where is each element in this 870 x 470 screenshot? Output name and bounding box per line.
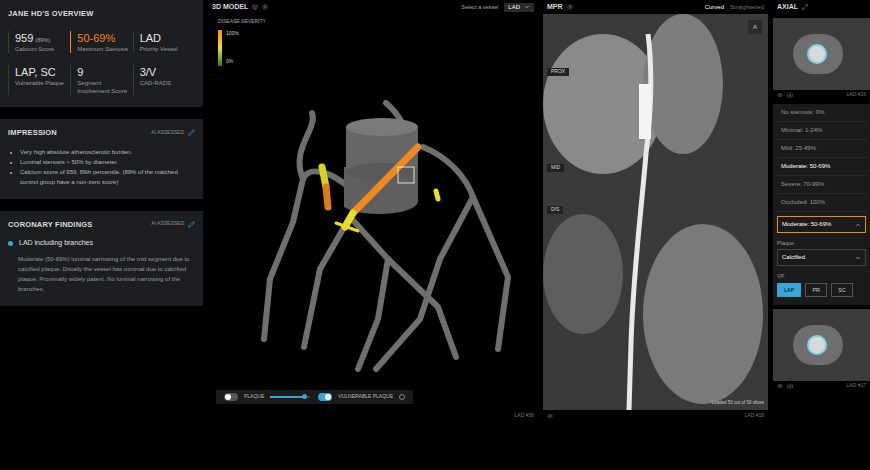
panel-caption: LAD #16: [847, 91, 866, 99]
stenosis-editor: No stenosis: 0%Minimal: 1-24%Mild: 25-49…: [773, 104, 870, 305]
app: JANE HD'S OVERVIEW959(89%)Calcium Score5…: [0, 0, 870, 470]
segment-marker[interactable]: PROX: [547, 68, 569, 76]
stat-label: CAD-RADS: [140, 79, 191, 87]
segment-marker[interactable]: MID: [547, 164, 564, 172]
finding-dot: [8, 241, 13, 246]
segment-marker[interactable]: DIS: [547, 206, 563, 214]
legend-gradient: [218, 30, 222, 66]
section-title: CORONARY FINDINGS: [8, 219, 92, 230]
edit-icon[interactable]: [188, 221, 195, 228]
panel-caption: LAD #17: [847, 382, 866, 390]
stat-value: 959: [15, 31, 33, 45]
findings-card: CORONARY FINDINGS AI ASSESSED LAD includin…: [0, 211, 203, 307]
expand-icon[interactable]: [802, 4, 808, 10]
panel-caption: LAD #36: [515, 412, 534, 420]
camera-icon[interactable]: [787, 92, 793, 98]
stat-label: Vulnerable Plaque: [15, 79, 66, 87]
toolbar-label: VULNERABLE PLAQUE: [338, 393, 393, 401]
stat-label: Calcium Score: [15, 45, 66, 53]
plaque-slider[interactable]: [270, 396, 310, 398]
ct-image: [543, 14, 768, 410]
panel-title: 3D MODEL: [212, 2, 248, 13]
ai-badge: AI ASSESSED: [151, 220, 184, 228]
stat-sub: (89%): [35, 36, 50, 44]
stat-value: 9: [77, 65, 83, 79]
stat: 3/VCAD-RADS: [133, 65, 195, 95]
axial-image[interactable]: [773, 309, 870, 381]
ai-badge: AI ASSESSED: [151, 129, 184, 137]
toolbar-label: PLAQUE: [244, 393, 264, 401]
vp-chip[interactable]: PR: [805, 283, 827, 297]
toggle[interactable]: [224, 393, 238, 401]
stenosis-option[interactable]: No stenosis: 0%: [777, 104, 866, 122]
overview-title: JANE HD'S OVERVIEW: [8, 8, 195, 19]
section-title: IMPRESSION: [8, 127, 57, 138]
stat-label: Priority Vessel: [140, 45, 191, 53]
radio-dot[interactable]: [399, 394, 405, 400]
chevron-down-icon: [524, 4, 530, 10]
vp-label: VP: [777, 272, 866, 280]
stat: LADPriority Vessel: [133, 31, 195, 53]
edit-icon[interactable]: [188, 129, 195, 136]
stenosis-option[interactable]: Mild: 25-49%: [777, 140, 866, 158]
model-canvas[interactable]: DISEASE SEVERITY100%0% PLAQUE VULNERABLE P…: [208, 14, 538, 410]
load-status: Loaded 50 out of 50 slices: [711, 400, 764, 407]
stat-value: LAP, SC: [15, 65, 56, 79]
stat-label: Segment Involvement Score: [77, 79, 128, 95]
stat-value: 50-69%: [77, 31, 115, 45]
plaque-select[interactable]: Calcified: [777, 249, 866, 266]
stenosis-options: No stenosis: 0%Minimal: 1-24%Mild: 25-49…: [777, 104, 866, 212]
overview-card: JANE HD'S OVERVIEW959(89%)Calcium Score5…: [0, 0, 203, 107]
axial-image[interactable]: [773, 18, 870, 90]
eye-icon[interactable]: [777, 92, 783, 98]
left-sidebar: JANE HD'S OVERVIEW959(89%)Calcium Score5…: [0, 0, 203, 470]
stat: LAP, SCVulnerable Plaque: [8, 65, 70, 95]
panel-title: MPR: [547, 2, 563, 13]
stenosis-option[interactable]: Minimal: 1-24%: [777, 122, 866, 140]
stenosis-option[interactable]: Severe: 70-99%: [777, 176, 866, 194]
stat-label: Maximum Stenosis: [77, 45, 128, 53]
eye-icon[interactable]: [547, 413, 553, 419]
stat: 9Segment Involvement Score: [70, 65, 132, 95]
vessel-tree-drawing[interactable]: [208, 14, 538, 410]
axial-panel: AXIAL LAD #16 No stenosis: 0%Minimal: 1-24…: [773, 0, 870, 470]
finding-text: Moderate (50-69%) luminal narrowing of t…: [8, 254, 195, 294]
eye-icon[interactable]: [777, 383, 783, 389]
mpr-panel: MPR Curved Straightened PROX MID DIS A Loaded 5…: [543, 0, 768, 470]
panel-title: AXIAL: [777, 2, 798, 13]
toggle[interactable]: [318, 393, 332, 401]
mpr-image[interactable]: PROX MID DIS A Loaded 50 out of 50 slices: [543, 14, 768, 410]
vp-chip[interactable]: SC: [831, 283, 853, 297]
impression-card: IMPRESSION AI ASSESSED Very high absolute …: [0, 119, 203, 198]
vessel-select-label: Select a vessel: [461, 3, 498, 11]
impression-bullet: Very high absolute atherosclerotic burde…: [20, 147, 195, 157]
model-panel: 3D MODEL Select a vessel LAD DISEASE SEVERI…: [208, 0, 538, 470]
orientation-cube[interactable]: A: [748, 20, 762, 34]
stat: 50-69%Maximum Stenosis: [70, 31, 132, 53]
stenosis-option[interactable]: Occluded: 100%: [777, 194, 866, 212]
vp-chip[interactable]: LAP: [777, 283, 801, 297]
chevron-up-icon: [855, 222, 861, 228]
stenosis-select[interactable]: Moderate: 50-69%: [777, 216, 866, 233]
cube-icon[interactable]: [252, 4, 258, 10]
camera-icon[interactable]: [787, 383, 793, 389]
mode-tab[interactable]: Curved: [705, 3, 724, 12]
model-toolbar: PLAQUE VULNERABLE PLAQUE: [216, 390, 413, 404]
stenosis-option[interactable]: Moderate: 50-69%: [777, 158, 866, 176]
finding[interactable]: LAD including branches Moderate (50-69%) …: [8, 238, 195, 295]
severity-legend: DISEASE SEVERITY100%0%: [218, 18, 266, 66]
settings-icon[interactable]: [567, 4, 573, 10]
impression-bullet: Luminal stenosis > 50% by diameter.: [20, 157, 195, 167]
chevron-down-icon: [855, 255, 861, 261]
mode-tab[interactable]: Straightened: [730, 3, 764, 12]
panel-caption: LAD #18: [745, 412, 764, 420]
vessel-select[interactable]: LAD: [504, 3, 534, 12]
impression-bullet: Calcium score of 959, 89th percentile. (…: [20, 167, 195, 187]
plaque-label: Plaque: [777, 239, 866, 247]
stat-value: LAD: [140, 31, 161, 45]
stat-value: 3/V: [140, 65, 157, 79]
stat: 959(89%)Calcium Score: [8, 31, 70, 53]
finding-name: LAD including branches: [19, 238, 93, 249]
settings-icon[interactable]: [262, 4, 268, 10]
